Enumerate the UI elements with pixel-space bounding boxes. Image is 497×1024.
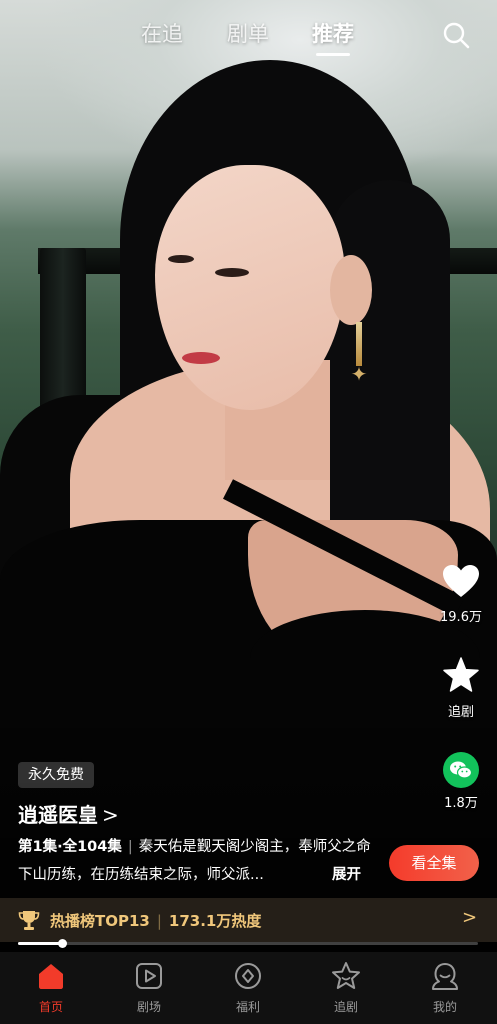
chevron-right-icon: >	[102, 803, 119, 827]
divider: |	[156, 912, 162, 930]
share-wechat-button[interactable]: 1.8万	[428, 752, 494, 811]
playback-scrubber-handle[interactable]	[58, 939, 67, 948]
profile-icon	[432, 963, 458, 990]
wechat-icon	[450, 761, 473, 779]
hot-rank: 热播榜TOP13	[50, 912, 150, 930]
nav-profile-label: 我的	[432, 1000, 457, 1014]
nav-home-label: 首页	[38, 1000, 63, 1014]
follow-label: 追剧	[447, 705, 474, 720]
divider: |	[127, 839, 133, 855]
expand-button[interactable]: 展开	[332, 861, 361, 889]
like-button[interactable]: 19.6万	[428, 564, 494, 625]
search-icon	[443, 22, 470, 49]
follow-drama-button[interactable]: 追剧	[428, 657, 494, 720]
like-count: 19.6万	[440, 610, 482, 625]
playback-progress-bar[interactable]	[18, 939, 478, 948]
app-screen: ✦ 在追 剧单 推荐 19.6万 追剧 1.8万 永久免费 逍遥医皇 > 第1集…	[0, 0, 497, 1024]
nav-home[interactable]: 首页	[16, 960, 86, 1015]
home-icon	[39, 964, 63, 989]
nav-theater-label: 剧场	[136, 1000, 161, 1014]
hot-ranking-bar[interactable]: 热播榜TOP13 | 173.1万热度 >	[0, 898, 497, 942]
search-button[interactable]	[441, 20, 471, 50]
star-icon	[443, 657, 479, 692]
active-tab-indicator	[316, 53, 350, 56]
video-earring	[356, 322, 362, 366]
drama-title-link[interactable]: 逍遥医皇 >	[18, 799, 119, 828]
video-eye-left	[168, 255, 194, 263]
tab-recommend[interactable]: 推荐	[312, 18, 354, 48]
heart-icon	[443, 565, 479, 597]
top-tab-bar: 在追 剧单 推荐	[0, 0, 497, 70]
playback-progress-fill	[18, 942, 62, 945]
free-badge: 永久免费	[18, 762, 94, 788]
nav-profile[interactable]: 我的	[410, 960, 480, 1015]
nav-benefits-label: 福利	[235, 1000, 260, 1014]
trophy-icon	[18, 911, 40, 930]
video-eye-right	[215, 268, 249, 277]
drama-title: 逍遥医皇	[18, 803, 98, 827]
play-square-icon	[136, 963, 162, 989]
chevron-right-icon: >	[462, 907, 478, 928]
bottom-navigation: 首页 剧场 福利 追剧 我的	[0, 952, 497, 1024]
wechat-badge	[443, 752, 479, 788]
hot-heat: 173.1万热度	[168, 912, 262, 930]
share-count: 1.8万	[444, 796, 478, 811]
watch-all-button[interactable]: 看全集	[389, 845, 479, 881]
nav-following-label: 追剧	[333, 1000, 358, 1014]
video-ear	[330, 255, 372, 325]
nav-theater[interactable]: 剧场	[114, 960, 184, 1015]
tab-playlist[interactable]: 剧单	[227, 18, 269, 48]
drama-description: 第1集·全104集 | 秦天佑是觐天阁少阁主，奉师父之命下山历练，在历练结束之际，师…	[18, 833, 373, 889]
gift-diamond-icon	[235, 963, 261, 989]
earring-star-icon: ✦	[350, 362, 368, 386]
nav-following[interactable]: 追剧	[311, 960, 381, 1015]
episode-info: 第1集·全104集	[18, 839, 122, 855]
hot-ranking-text: 热播榜TOP13 | 173.1万热度	[50, 910, 261, 931]
video-lips	[182, 352, 220, 364]
tab-following[interactable]: 在追	[141, 18, 183, 48]
star-badge-icon	[332, 962, 360, 989]
nav-benefits[interactable]: 福利	[213, 960, 283, 1015]
